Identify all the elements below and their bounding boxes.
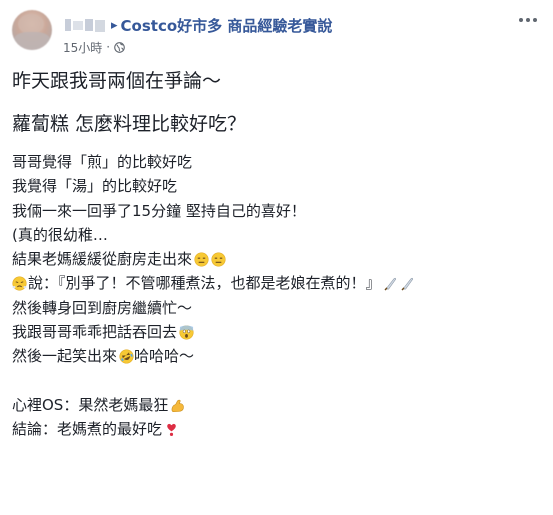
rolling-on-floor-laughing-emoji xyxy=(119,349,134,364)
post-body: 哥哥覺得「煎」的比較好吃 我覺得「湯」的比較好吃 我倆一來一回爭了15分鐘 堅持… xyxy=(12,150,542,442)
empty-line xyxy=(12,369,542,393)
post-timestamp[interactable]: 15小時 xyxy=(63,39,102,56)
post-meta: 15小時 · xyxy=(63,38,125,56)
heavy-heart-exclamation-emoji xyxy=(167,423,176,436)
post-options-button[interactable] xyxy=(517,12,539,28)
post-line: (真的很幼稚… xyxy=(12,225,108,244)
group-name-link[interactable]: Costco好市多 商品經驗老實說 xyxy=(121,15,333,36)
expressionless-face-emoji xyxy=(211,252,226,267)
post-line: 結果老媽緩緩從廚房走出來 xyxy=(12,247,542,271)
shared-to-caret-icon: ▸ xyxy=(111,17,118,33)
globe-icon[interactable] xyxy=(114,41,125,53)
screaming-face-emoji xyxy=(179,325,194,340)
post-headline-1: 昨天跟我哥兩個在爭論～ xyxy=(12,70,222,92)
meta-separator: · xyxy=(106,40,111,54)
face-with-steam-emoji xyxy=(12,276,27,291)
post-card: ▸ Costco好市多 商品經驗老實說 15小時 · 昨天跟我哥兩個在爭論～ 蘿… xyxy=(0,0,553,515)
post-line: 說：『別爭了！不管哪種煮法，也都是老娘在煮的！』 xyxy=(12,271,542,295)
post-line: 我覺得「湯」的比較好吃 xyxy=(12,177,178,196)
post-line: 我跟哥哥乖乖把話吞回去 xyxy=(12,320,542,344)
author-name-redacted[interactable] xyxy=(63,17,107,33)
post-line: 結論：老媽煮的最好吃 xyxy=(12,417,542,441)
post-header: ▸ Costco好市多 商品經驗老實說 xyxy=(63,14,332,36)
expressionless-face-emoji xyxy=(194,252,209,267)
kitchen-knife-emoji xyxy=(401,278,413,291)
kitchen-knife-emoji xyxy=(384,278,396,291)
post-line: 哥哥覺得「煎」的比較好吃 xyxy=(12,153,193,171)
post-line: 然後轉身回到廚房繼續忙～ xyxy=(12,298,193,317)
post-line: 然後一起笑出來 哈哈哈～ xyxy=(12,347,195,366)
post-headline-2: 蘿蔔糕 怎麼料理比較好吃？ xyxy=(12,113,247,135)
post-line: 心裡OS：果然老媽最狂 xyxy=(12,393,542,417)
flexed-biceps-emoji xyxy=(171,399,185,412)
author-avatar[interactable] xyxy=(12,10,52,50)
post-line: 我倆一來一回爭了15分鐘 堅持自己的喜好！ xyxy=(12,201,306,220)
